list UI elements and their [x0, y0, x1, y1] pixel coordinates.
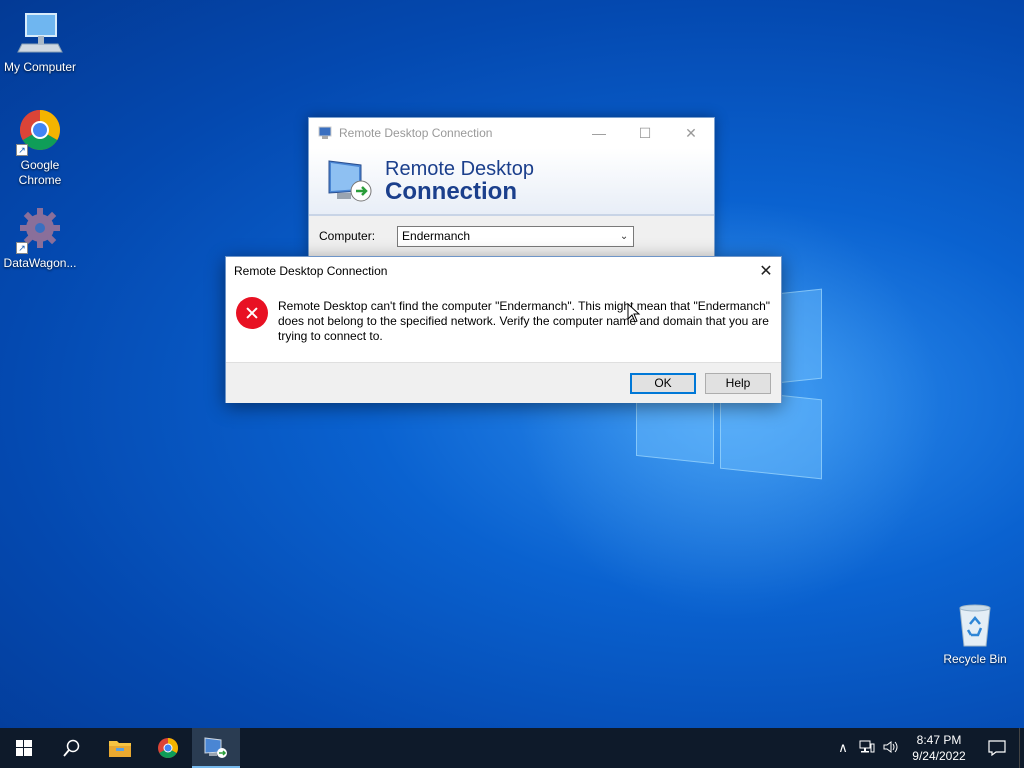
computer-label: Computer:: [319, 229, 376, 243]
folder-icon: [109, 741, 131, 757]
taskbar-chrome[interactable]: [144, 728, 192, 768]
search-icon: [63, 739, 80, 757]
error-dialog-title: Remote Desktop Connection: [234, 264, 388, 278]
rdp-app-icon: [317, 126, 333, 140]
computer-combobox[interactable]: Endermanch ⌄: [397, 225, 635, 247]
rdp-title-text: Remote Desktop Connection: [339, 126, 493, 140]
rdp-main-window[interactable]: Remote Desktop Connection — ☐ ✕ Remote D…: [308, 117, 715, 257]
windows-start-icon: [16, 740, 32, 756]
rdp-title-bar[interactable]: Remote Desktop Connection — ☐ ✕: [309, 118, 714, 148]
error-dialog-body: Remote Desktop can't find the computer "…: [226, 285, 781, 362]
search-button[interactable]: [48, 728, 96, 768]
rdp-form: Computer: Endermanch ⌄: [309, 216, 714, 256]
rdp-banner-line1: Remote Desktop: [385, 158, 534, 180]
computer-icon: [16, 10, 64, 58]
volume-icon[interactable]: [879, 740, 903, 757]
mouse-cursor-icon: [627, 303, 641, 323]
close-button[interactable]: ✕: [668, 125, 714, 142]
minimize-button[interactable]: —: [576, 125, 622, 142]
notification-icon: [988, 740, 1006, 756]
taskbar-file-explorer[interactable]: [96, 728, 144, 768]
maximize-button[interactable]: ☐: [622, 125, 668, 142]
notification-button[interactable]: [975, 740, 1019, 756]
desktop-icon-my-computer[interactable]: My Computer: [0, 10, 80, 75]
error-icon: [236, 297, 268, 329]
error-dialog[interactable]: Remote Desktop Connection ✕ Remote Deskt…: [225, 256, 782, 403]
error-dialog-footer: OK Help: [226, 362, 781, 403]
help-button[interactable]: Help: [705, 372, 771, 394]
clock-time: 8:47 PM: [916, 733, 962, 747]
taskbar: ∧ 8:47 PM 9/24/2022: [0, 728, 1024, 768]
rdp-banner-line2: Connection: [385, 178, 517, 205]
gear-icon: ↗: [16, 206, 64, 254]
error-message: Remote Desktop can't find the computer "…: [278, 299, 771, 343]
desktop-icon-label: My Computer: [3, 60, 77, 74]
clock[interactable]: 8:47 PM 9/24/2022: [903, 732, 975, 764]
taskbar-remote-desktop[interactable]: [192, 728, 240, 768]
close-button[interactable]: ✕: [751, 261, 781, 281]
shortcut-arrow-icon: ↗: [16, 144, 28, 156]
desktop-icon-label: Google Chrome: [18, 158, 62, 187]
network-icon[interactable]: [855, 740, 879, 757]
desktop-icon-label: DataWagon...: [3, 256, 77, 270]
desktop-icon-google-chrome[interactable]: ↗ Google Chrome: [0, 108, 80, 188]
shortcut-arrow-icon: ↗: [16, 242, 28, 254]
system-tray: ∧ 8:47 PM 9/24/2022: [831, 728, 1024, 768]
clock-date: 9/24/2022: [912, 749, 966, 763]
ok-button[interactable]: OK: [630, 372, 696, 394]
chevron-up-icon[interactable]: ∧: [831, 740, 855, 756]
desktop-icon-label: Recycle Bin: [943, 652, 1007, 666]
rdp-logo-icon: [325, 157, 375, 205]
computer-value: Endermanch: [402, 229, 471, 243]
error-dialog-title-bar[interactable]: Remote Desktop Connection ✕: [226, 257, 781, 285]
start-button[interactable]: [0, 728, 48, 768]
chrome-icon: [158, 738, 178, 758]
rdp-banner: Remote Desktop Connection: [309, 148, 714, 216]
desktop-icon-datawagon[interactable]: ↗ DataWagon...: [0, 206, 80, 271]
desktop-icon-recycle-bin[interactable]: Recycle Bin: [935, 602, 1015, 667]
chevron-down-icon[interactable]: ⌄: [615, 231, 633, 242]
show-desktop-button[interactable]: [1019, 728, 1024, 768]
recycle-bin-icon: [951, 602, 999, 650]
chrome-icon: ↗: [16, 108, 64, 156]
remote-desktop-icon: [204, 737, 227, 758]
